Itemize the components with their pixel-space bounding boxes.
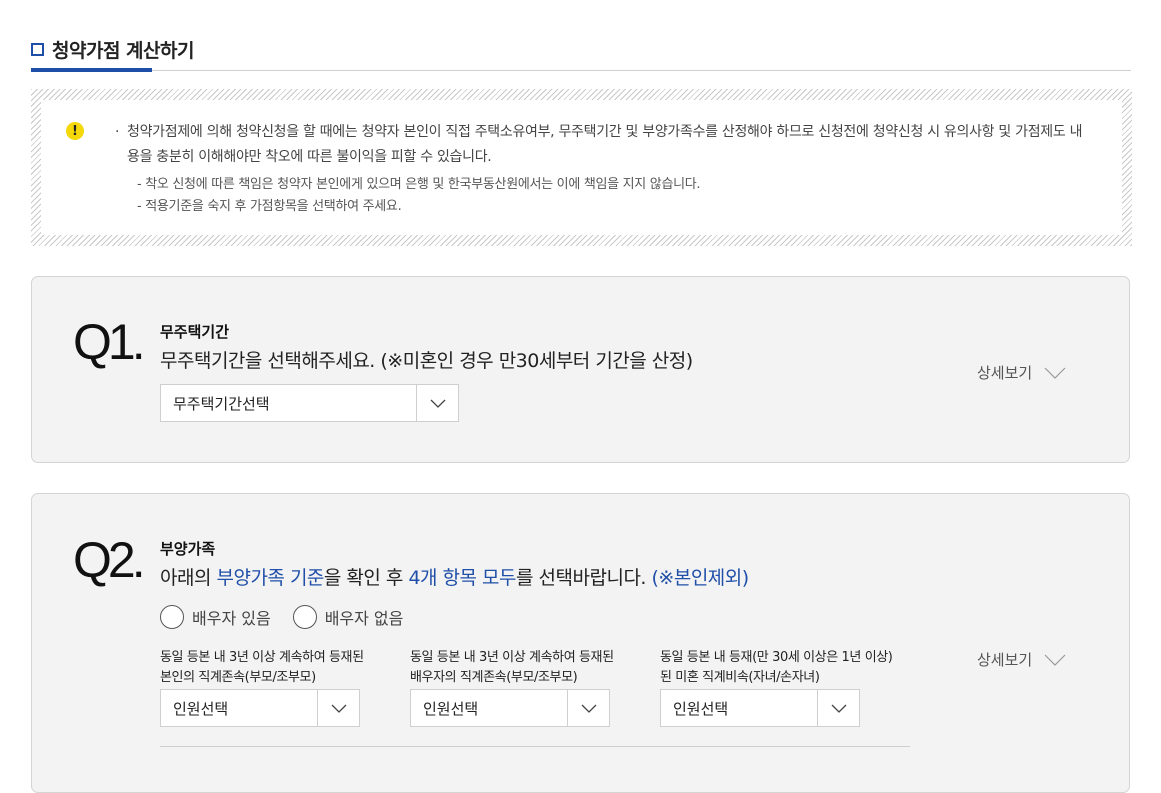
detail-toggle-q1[interactable]: 상세보기 (977, 362, 1066, 383)
radio-spouse-no[interactable]: 배우자 없음 (292, 605, 404, 629)
question-text-part: 아래의 (160, 567, 217, 589)
notice-sub-item: - 적용기준을 숙지 후 가점항목을 선택하여 주세요. (137, 199, 402, 214)
dependent-column-label: 동일 등본 내 등재(만 30세 이상은 1년 이상) 된 미혼 직계비속(자녀… (660, 648, 900, 688)
chevron-down-icon (1044, 654, 1066, 666)
dependent-count-select-spouse-parents[interactable]: 인원선택 (410, 689, 610, 727)
title-divider (31, 70, 1131, 71)
question-box-q1: Q1. 무주택기간 무주택기간을 선택해주세요. (※미혼인 경우 만30세부터… (31, 276, 1130, 463)
question-text-part: 를 선택바랍니다. (516, 567, 652, 589)
column-label-line: 본인의 직계존속(부모/조부모) (160, 670, 316, 685)
radio-label: 배우자 없음 (324, 609, 404, 628)
select-value: 무주택기간선택 (173, 394, 270, 413)
chevron-down-icon (817, 690, 859, 726)
notice-main-text: · 청약가점제에 의해 청약신청을 할 때에는 청약자 본인이 직접 주택소유여… (115, 120, 1087, 170)
notice-inner: ! · 청약가점제에 의해 청약신청을 할 때에는 청약자 본인이 직접 주택소… (41, 100, 1122, 235)
chevron-down-icon (317, 690, 359, 726)
question-text-highlight: 4개 항목 모두 (408, 567, 517, 589)
question-text-part: 을 확인 후 (323, 567, 409, 589)
column-label-line: 동일 등본 내 3년 이상 계속하여 등재된 (410, 650, 614, 665)
dependent-column-label: 동일 등본 내 3년 이상 계속하여 등재된 배우자의 직계존속(부모/조부모) (410, 648, 650, 688)
page-title-text: 청약가점 계산하기 (52, 40, 194, 62)
select-value: 인원선택 (173, 699, 229, 718)
dependent-count-select-own-parents[interactable]: 인원선택 (160, 689, 360, 727)
question-text-highlight: 부양가족 기준 (216, 567, 324, 589)
notice-bullet: · (115, 124, 120, 140)
radio-spouse-yes[interactable]: 배우자 있음 (160, 605, 271, 629)
radio-label: 배우자 있음 (192, 609, 271, 628)
dependent-count-select-children[interactable]: 인원선택 (660, 689, 860, 727)
notice-main-body: 청약가점제에 의해 청약신청을 할 때에는 청약자 본인이 직접 주택소유여부,… (127, 124, 1083, 165)
question-box-q2: Q2. 부양가족 아래의 부양가족 기준을 확인 후 4개 항목 모두를 선택바… (31, 493, 1130, 793)
detail-label: 상세보기 (977, 651, 1033, 669)
column-label-line: 배우자의 직계존속(부모/조부모) (410, 670, 578, 685)
question-label: 부양가족 (160, 540, 216, 558)
select-value: 인원선택 (673, 699, 729, 718)
chevron-down-icon (567, 690, 609, 726)
question-label: 무주택기간 (160, 323, 230, 341)
dependent-column-label: 동일 등본 내 3년 이상 계속하여 등재된 본인의 직계존속(부모/조부모) (160, 648, 400, 688)
question-text: 아래의 부양가족 기준을 확인 후 4개 항목 모두를 선택바랍니다. (※본인… (160, 563, 749, 590)
detail-label: 상세보기 (977, 364, 1033, 382)
square-bullet-icon (31, 43, 44, 56)
column-label-line: 동일 등본 내 등재(만 30세 이상은 1년 이상) (660, 650, 893, 665)
no-house-period-select[interactable]: 무주택기간선택 (160, 384, 459, 422)
question-number: Q2. (73, 532, 146, 588)
column-label-line: 동일 등본 내 3년 이상 계속하여 등재된 (160, 650, 364, 665)
question-number: Q1. (73, 314, 146, 370)
select-value: 인원선택 (423, 699, 479, 718)
radio-button[interactable] (292, 605, 317, 629)
question-text: 무주택기간을 선택해주세요. (※미혼인 경우 만30세부터 기간을 산정) (160, 350, 693, 372)
detail-toggle-q2[interactable]: 상세보기 (977, 649, 1066, 670)
chevron-down-icon (1044, 367, 1066, 379)
spouse-radio-group: 배우자 있음 배우자 없음 (160, 605, 425, 629)
chevron-down-icon (416, 385, 458, 421)
question-text-highlight: (※본인제외) (651, 567, 750, 589)
column-label-line: 된 미혼 직계비속(자녀/손자녀) (660, 670, 820, 685)
column-divider (160, 746, 910, 747)
notice-box: ! · 청약가점제에 의해 청약신청을 할 때에는 청약자 본인이 직접 주택소… (31, 89, 1132, 246)
notice-sub-item: - 착오 신청에 따른 책임은 청약자 본인에게 있으며 은행 및 한국부동산원… (137, 177, 701, 192)
page-title: 청약가점 계산하기 (31, 36, 194, 63)
radio-button[interactable] (160, 605, 184, 629)
title-underline (31, 68, 152, 72)
exclamation-icon: ! (66, 122, 84, 140)
